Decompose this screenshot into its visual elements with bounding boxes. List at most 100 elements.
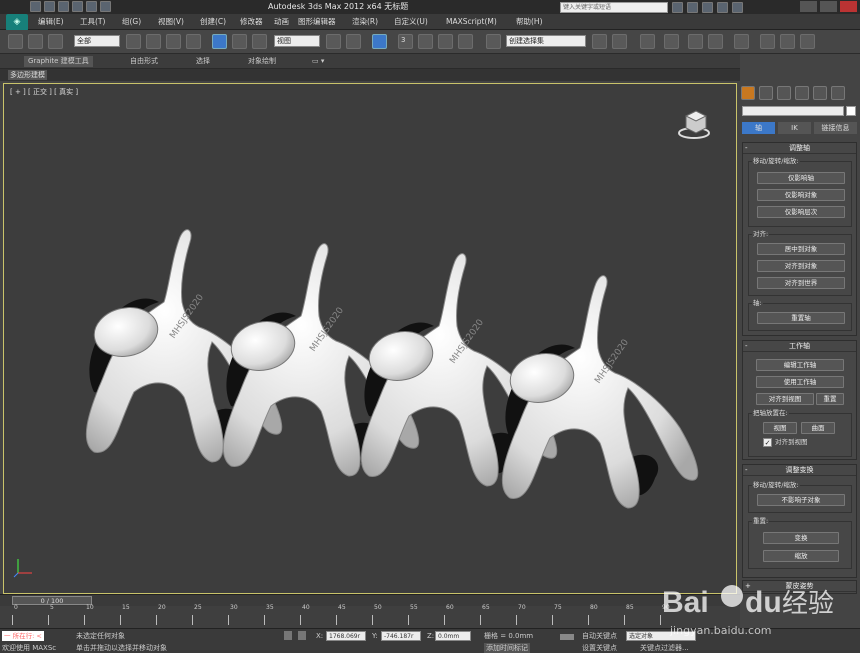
place-view-button[interactable]: 视图 <box>763 422 797 434</box>
material-editor-icon[interactable] <box>734 34 749 49</box>
menu-edit[interactable]: 编辑(E) <box>38 16 64 28</box>
reset-scale-button[interactable]: 缩放 <box>763 550 839 562</box>
align-to-view-checkbox[interactable]: ✓ <box>763 438 772 447</box>
snaps-toggle-icon[interactable]: 3 <box>398 34 413 49</box>
object-name-field[interactable] <box>742 106 844 116</box>
affect-hierarchy-only-button[interactable]: 仅影响层次 <box>757 206 845 218</box>
select-and-rotate-icon[interactable] <box>232 34 247 49</box>
schematic-view-icon[interactable] <box>708 34 723 49</box>
menu-help[interactable]: 帮助(H) <box>516 16 543 28</box>
search-icon[interactable] <box>672 2 683 13</box>
z-coordinate-field[interactable]: 0.0mm <box>435 631 471 641</box>
render-setup-icon[interactable] <box>760 34 775 49</box>
open-file-icon[interactable] <box>44 1 55 12</box>
hierarchy-tab-icon[interactable] <box>777 86 791 100</box>
window-crossing-icon[interactable] <box>186 34 201 49</box>
absolute-mode-icon[interactable] <box>298 631 306 640</box>
subtab-link-info[interactable]: 链接信息 <box>814 122 857 134</box>
select-by-name-icon[interactable] <box>146 34 161 49</box>
create-tab-icon[interactable] <box>741 86 755 100</box>
object-color-swatch[interactable] <box>846 106 856 116</box>
menu-group[interactable]: 组(G) <box>122 16 141 28</box>
align-to-world-button[interactable]: 对齐到世界 <box>757 277 845 289</box>
viewcube-icon[interactable] <box>676 106 716 140</box>
tab-graphite-modeling[interactable]: Graphite 建模工具 <box>24 56 93 67</box>
undo-icon[interactable] <box>72 1 83 12</box>
search-input[interactable]: 键入关键字或短语 <box>560 2 668 13</box>
selection-filter-dropdown[interactable]: 全部 <box>74 35 120 47</box>
modify-tab-icon[interactable] <box>759 86 773 100</box>
menu-tools[interactable]: 工具(T) <box>80 16 105 28</box>
affect-pivot-only-button[interactable]: 仅影响轴 <box>757 172 845 184</box>
named-selection-dropdown[interactable]: 创建选择集 <box>506 35 586 47</box>
save-icon[interactable] <box>58 1 69 12</box>
polygon-modeling-panel[interactable]: 多边形建模 <box>8 70 47 80</box>
set-key-button[interactable]: 设置关键点 <box>582 643 617 653</box>
add-time-tag-button[interactable]: 添加时间标记 <box>484 643 530 653</box>
use-working-pivot-button[interactable]: 使用工作轴 <box>756 376 844 388</box>
help-icon[interactable] <box>732 2 743 13</box>
project-folder-icon[interactable] <box>100 1 111 12</box>
redo-icon[interactable] <box>86 1 97 12</box>
spinner-snap-icon[interactable] <box>458 34 473 49</box>
maximize-icon[interactable] <box>820 1 837 12</box>
key-filters-button[interactable]: 关键点过滤器... <box>640 643 689 653</box>
select-and-scale-icon[interactable] <box>252 34 267 49</box>
select-object-icon[interactable] <box>126 34 141 49</box>
unlink-icon[interactable] <box>28 34 43 49</box>
dog-models[interactable]: MHSJS2020 MHSJS2020 MHSJS2020 MHSJS2020 <box>4 84 738 595</box>
menu-rendering[interactable]: 渲染(R) <box>352 16 378 28</box>
menu-create[interactable]: 创建(C) <box>200 16 226 28</box>
maxscript-mini-listener[interactable]: 欢迎使用 MAXSc <box>2 643 56 653</box>
bind-space-warp-icon[interactable] <box>48 34 63 49</box>
adjust-transform-header[interactable]: - 调整变换 <box>743 465 856 476</box>
graphite-toggle-icon[interactable] <box>664 34 679 49</box>
new-file-icon[interactable] <box>30 1 41 12</box>
working-pivot-header[interactable]: - 工作轴 <box>743 341 856 352</box>
render-production-icon[interactable] <box>800 34 815 49</box>
affect-object-only-button[interactable]: 仅影响对象 <box>757 189 845 201</box>
subscription-icon[interactable] <box>687 2 698 13</box>
menu-animation[interactable]: 动画 <box>274 16 289 28</box>
reset-working-pivot-button[interactable]: 重置 <box>816 393 844 405</box>
communication-icon[interactable] <box>702 2 713 13</box>
reset-transform-button[interactable]: 变换 <box>763 532 839 544</box>
minimize-icon[interactable] <box>800 1 817 12</box>
align-to-view-button[interactable]: 对齐到视图 <box>756 393 814 405</box>
close-icon[interactable] <box>840 1 857 12</box>
mirror-icon[interactable] <box>592 34 607 49</box>
menu-graph-editors[interactable]: 图形编辑器 <box>298 16 336 28</box>
select-and-move-icon[interactable] <box>212 34 227 49</box>
favorites-icon[interactable] <box>717 2 728 13</box>
key-icon[interactable] <box>560 634 574 640</box>
lock-selection-icon[interactable] <box>284 631 292 640</box>
menu-views[interactable]: 视图(V) <box>158 16 184 28</box>
rendered-frame-icon[interactable] <box>780 34 795 49</box>
menu-maxscript[interactable]: MAXScript(M) <box>446 16 497 28</box>
x-coordinate-field[interactable]: 1768.069r <box>326 631 366 641</box>
y-coordinate-field[interactable]: -746.187r <box>381 631 421 641</box>
dont-affect-children-button[interactable]: 不影响子对象 <box>757 494 845 506</box>
subtab-ik[interactable]: IK <box>778 122 811 134</box>
app-logo-icon[interactable]: ◈ <box>6 14 28 31</box>
select-manipulate-icon[interactable] <box>346 34 361 49</box>
select-link-icon[interactable] <box>8 34 23 49</box>
layer-manager-icon[interactable] <box>640 34 655 49</box>
rectangular-selection-icon[interactable] <box>166 34 181 49</box>
curve-editor-icon[interactable] <box>688 34 703 49</box>
display-tab-icon[interactable] <box>813 86 827 100</box>
ribbon-options-icon[interactable]: ▭ ▾ <box>312 56 324 67</box>
auto-key-button[interactable]: 自动关键点 <box>582 631 617 641</box>
motion-tab-icon[interactable] <box>795 86 809 100</box>
edit-named-selection-icon[interactable] <box>486 34 501 49</box>
place-surface-button[interactable]: 曲面 <box>801 422 835 434</box>
use-pivot-center-icon[interactable] <box>326 34 341 49</box>
perspective-viewport[interactable]: [ + ] [ 正交 ] [ 真实 ] MHSJS2020 MHSJS2020 … <box>3 83 737 594</box>
tab-object-paint[interactable]: 对象绘制 <box>248 56 276 67</box>
angle-snap-icon[interactable] <box>418 34 433 49</box>
keyboard-shortcut-override-icon[interactable] <box>372 34 387 49</box>
utilities-tab-icon[interactable] <box>831 86 845 100</box>
percent-snap-icon[interactable] <box>438 34 453 49</box>
reference-coordinate-dropdown[interactable]: 视图 <box>274 35 320 47</box>
adjust-pivot-header[interactable]: - 调整轴 <box>743 143 856 154</box>
